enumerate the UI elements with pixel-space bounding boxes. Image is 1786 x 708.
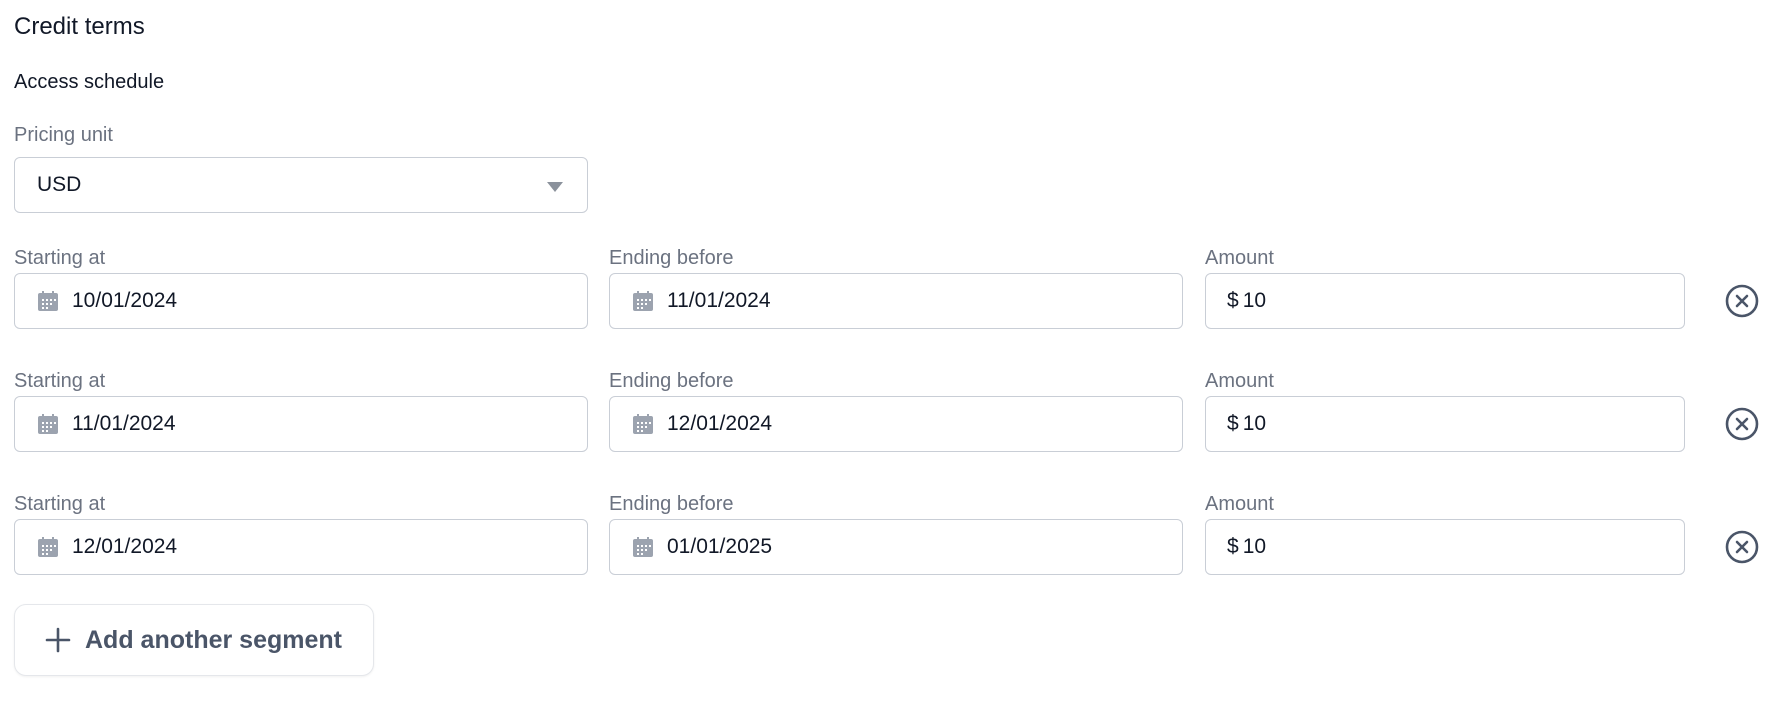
close-circle-icon bbox=[1725, 407, 1759, 441]
starting-at-value: 12/01/2024 bbox=[72, 535, 178, 558]
close-circle-icon bbox=[1725, 530, 1759, 564]
pricing-unit-value: USD bbox=[37, 173, 82, 196]
starting-at-label: Starting at bbox=[14, 493, 106, 515]
remove-segment-button[interactable] bbox=[1724, 529, 1760, 565]
currency-symbol: $ bbox=[1227, 412, 1239, 435]
calendar-icon bbox=[38, 537, 58, 557]
amount-value: 10 bbox=[1242, 412, 1267, 435]
ending-before-value: 12/01/2024 bbox=[667, 412, 773, 435]
ending-before-label: Ending before bbox=[609, 247, 734, 269]
plus-icon bbox=[45, 627, 71, 653]
calendar-icon bbox=[38, 291, 58, 311]
starting-at-value: 11/01/2024 bbox=[72, 412, 176, 435]
close-circle-icon bbox=[1725, 284, 1759, 318]
amount-label: Amount bbox=[1205, 493, 1274, 515]
access-schedule-heading: Access schedule bbox=[14, 71, 165, 93]
starting-at-input[interactable]: 11/01/2024 bbox=[14, 396, 588, 452]
remove-segment-button[interactable] bbox=[1724, 406, 1760, 442]
amount-input[interactable]: $ 10 bbox=[1205, 396, 1685, 452]
pricing-unit-select[interactable]: USD bbox=[14, 157, 588, 213]
amount-value: 10 bbox=[1242, 535, 1267, 558]
starting-at-input[interactable]: 12/01/2024 bbox=[14, 519, 588, 575]
add-segment-button[interactable]: Add another segment bbox=[14, 604, 374, 676]
caret-down-icon bbox=[547, 182, 563, 192]
ending-before-input[interactable]: 11/01/2024 bbox=[609, 273, 1183, 329]
calendar-icon bbox=[38, 414, 58, 434]
ending-before-value: 11/01/2024 bbox=[667, 289, 771, 312]
ending-before-value: 01/01/2025 bbox=[667, 535, 773, 558]
add-segment-label: Add another segment bbox=[85, 625, 342, 654]
amount-input[interactable]: $ 10 bbox=[1205, 273, 1685, 329]
currency-symbol: $ bbox=[1227, 535, 1239, 558]
amount-value: 10 bbox=[1242, 289, 1267, 312]
calendar-icon bbox=[633, 414, 653, 434]
amount-input[interactable]: $ 10 bbox=[1205, 519, 1685, 575]
ending-before-label: Ending before bbox=[609, 370, 734, 392]
currency-symbol: $ bbox=[1227, 289, 1239, 312]
calendar-icon bbox=[633, 537, 653, 557]
starting-at-value: 10/01/2024 bbox=[72, 289, 178, 312]
ending-before-input[interactable]: 12/01/2024 bbox=[609, 396, 1183, 452]
amount-label: Amount bbox=[1205, 247, 1274, 269]
calendar-icon bbox=[633, 291, 653, 311]
starting-at-label: Starting at bbox=[14, 247, 106, 269]
amount-label: Amount bbox=[1205, 370, 1274, 392]
pricing-unit-label: Pricing unit bbox=[14, 124, 113, 146]
starting-at-input[interactable]: 10/01/2024 bbox=[14, 273, 588, 329]
starting-at-label: Starting at bbox=[14, 370, 106, 392]
section-title: Credit terms bbox=[14, 13, 145, 40]
ending-before-input[interactable]: 01/01/2025 bbox=[609, 519, 1183, 575]
ending-before-label: Ending before bbox=[609, 493, 734, 515]
remove-segment-button[interactable] bbox=[1724, 283, 1760, 319]
